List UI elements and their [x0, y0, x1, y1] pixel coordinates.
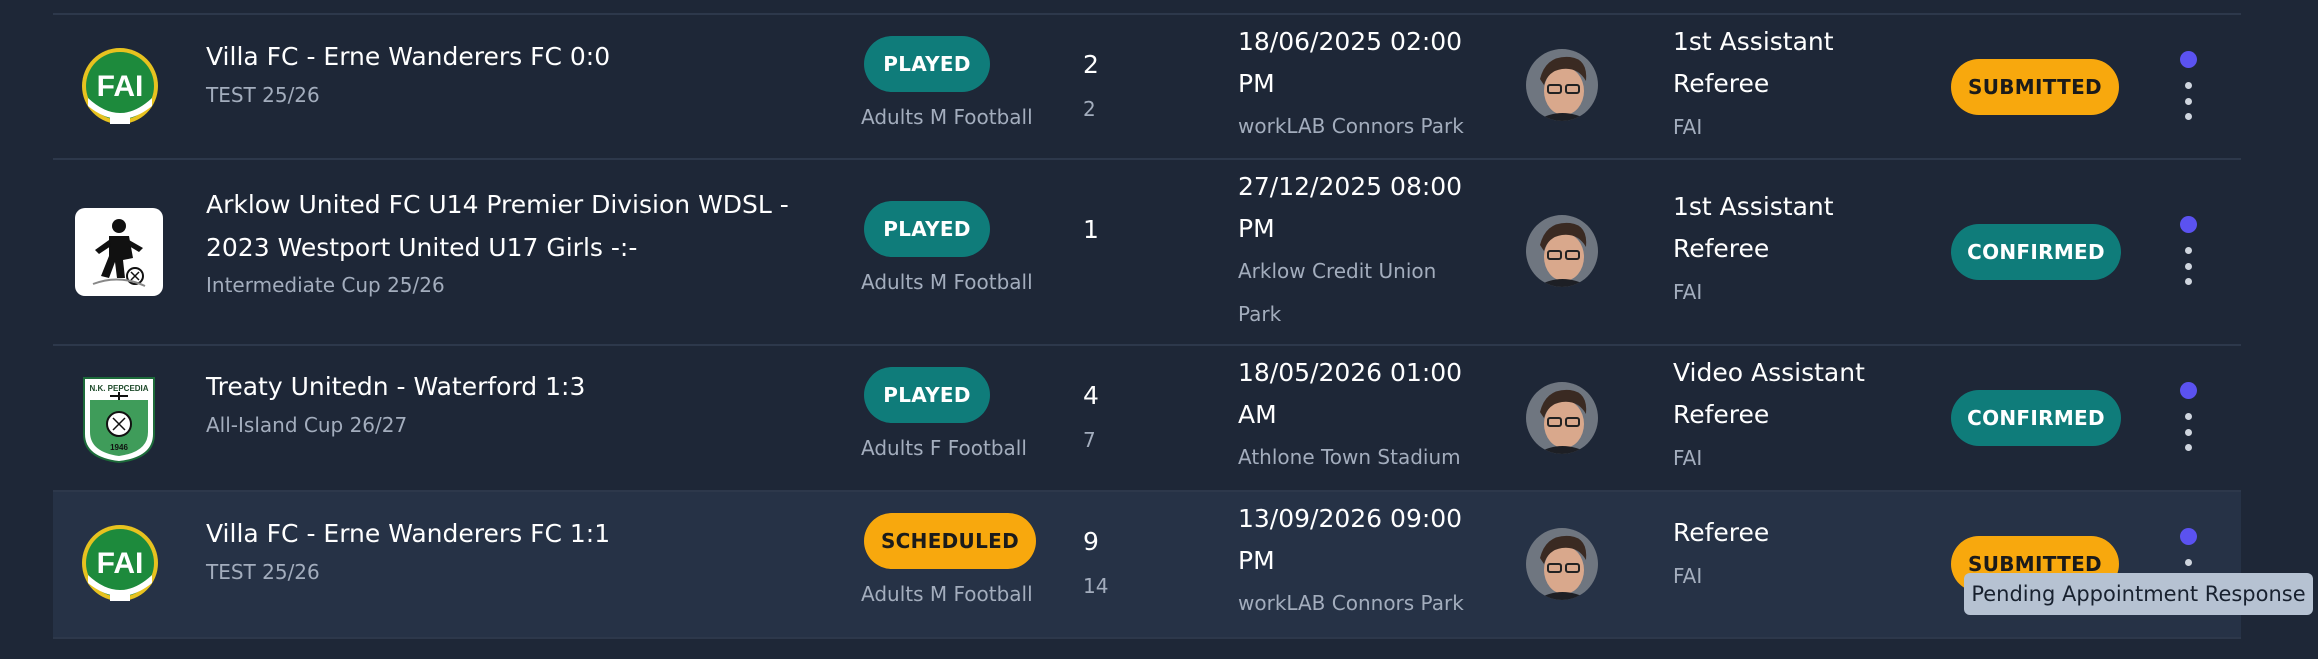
- match-status-badge: PLAYED: [864, 367, 990, 423]
- venue-name: workLAB Connors Park: [1238, 591, 1464, 615]
- count-sub: 2: [1083, 97, 1096, 121]
- report-status-badge: CONFIRMED: [1951, 224, 2121, 280]
- table-row[interactable]: FAI Villa FC - Erne Wanderers FC 1:1 TES…: [53, 492, 2241, 639]
- match-status-badge: PLAYED: [864, 201, 990, 257]
- match-datetime-line2: PM: [1238, 69, 1275, 98]
- count-sub: 14: [1083, 574, 1109, 598]
- venue-name-line1: Arklow Credit Union: [1238, 259, 1437, 283]
- category-label: Adults M Football: [861, 270, 1033, 294]
- match-datetime-line2: AM: [1238, 400, 1277, 429]
- category-label: Adults M Football: [861, 105, 1033, 129]
- match-title[interactable]: Villa FC - Erne Wanderers FC 0:0: [206, 35, 610, 78]
- referee-role-line1: 1st Assistant: [1673, 192, 1834, 221]
- table-row[interactable]: FAI Villa FC - Erne Wanderers FC 0:0 TES…: [53, 15, 2241, 160]
- match-title-line2[interactable]: 2023 Westport United U17 Girls -:-: [206, 226, 789, 269]
- match-datetime-line1: 18/05/2026 01:00: [1238, 358, 1463, 387]
- unread-indicator-dot: [2180, 216, 2197, 233]
- match-datetime-line1: 13/09/2026 09:00: [1238, 504, 1463, 533]
- match-title[interactable]: Villa FC - Erne Wanderers FC 1:1: [206, 512, 610, 555]
- referee-role: Referee: [1673, 518, 1770, 547]
- row-menu-icon[interactable]: [2180, 82, 2196, 120]
- match-datetime-line1: 18/06/2025 02:00: [1238, 27, 1463, 56]
- venue-name-line2: Park: [1238, 302, 1282, 326]
- svg-text:FAI: FAI: [97, 70, 144, 103]
- competition-name: TEST 25/26: [206, 83, 320, 107]
- svg-text:FAI: FAI: [97, 547, 144, 580]
- count-sub: 7: [1083, 428, 1096, 452]
- unread-indicator-dot: [2180, 51, 2197, 68]
- referee-role-line2: Referee: [1673, 69, 1770, 98]
- report-status-badge: SUBMITTED: [1951, 59, 2119, 115]
- avatar: [1526, 49, 1598, 121]
- count-main: 1: [1083, 215, 1099, 244]
- svg-text:1946: 1946: [110, 443, 128, 452]
- pepcedia-crest: N.K. PEPCEDIA 1946: [75, 375, 163, 464]
- table-row[interactable]: Arklow United FC U14 Premier Division WD…: [53, 160, 2241, 346]
- venue-name: Athlone Town Stadium: [1238, 445, 1461, 469]
- organisation-name: FAI: [1673, 280, 1703, 304]
- venue-name: workLAB Connors Park: [1238, 114, 1464, 138]
- count-main: 9: [1083, 527, 1099, 556]
- tooltip: Pending Appointment Response: [1964, 573, 2313, 615]
- avatar: [1526, 382, 1598, 454]
- referee-role-line1: Video Assistant: [1673, 358, 1865, 387]
- fai-logo: FAI: [76, 44, 164, 132]
- match-status-badge: SCHEDULED: [864, 513, 1036, 569]
- fai-logo: FAI: [76, 521, 164, 609]
- arklow-logo: [75, 208, 163, 296]
- svg-text:N.K. PEPCEDIA: N.K. PEPCEDIA: [89, 384, 148, 393]
- match-datetime-line2: PM: [1238, 214, 1275, 243]
- competition-name: All-Island Cup 26/27: [206, 413, 408, 437]
- count-main: 2: [1083, 50, 1099, 79]
- avatar: [1526, 215, 1598, 287]
- avatar: [1526, 528, 1598, 600]
- row-menu-icon[interactable]: [2180, 247, 2196, 285]
- category-label: Adults M Football: [861, 582, 1033, 606]
- competition-name: Intermediate Cup 25/26: [206, 273, 445, 297]
- match-title[interactable]: Treaty Unitedn - Waterford 1:3: [206, 365, 585, 408]
- match-status-badge: PLAYED: [864, 36, 990, 92]
- report-status-badge: CONFIRMED: [1951, 390, 2121, 446]
- organisation-name: FAI: [1673, 564, 1703, 588]
- match-datetime-line1: 27/12/2025 08:00: [1238, 172, 1463, 201]
- count-main: 4: [1083, 381, 1099, 410]
- referee-role-line2: Referee: [1673, 400, 1770, 429]
- unread-indicator-dot: [2180, 528, 2197, 545]
- match-title-line1[interactable]: Arklow United FC U14 Premier Division WD…: [206, 183, 789, 226]
- appointments-table: FAI Villa FC - Erne Wanderers FC 0:0 TES…: [53, 0, 2241, 659]
- table-row[interactable]: N.K. PEPCEDIA 1946 Treaty Unitedn - Wate…: [53, 346, 2241, 492]
- referee-role-line1: 1st Assistant: [1673, 27, 1834, 56]
- organisation-name: FAI: [1673, 446, 1703, 470]
- organisation-name: FAI: [1673, 115, 1703, 139]
- referee-role-line2: Referee: [1673, 234, 1770, 263]
- unread-indicator-dot: [2180, 382, 2197, 399]
- category-label: Adults F Football: [861, 436, 1027, 460]
- row-menu-icon[interactable]: [2180, 413, 2196, 451]
- competition-name: TEST 25/26: [206, 560, 320, 584]
- match-datetime-line2: PM: [1238, 546, 1275, 575]
